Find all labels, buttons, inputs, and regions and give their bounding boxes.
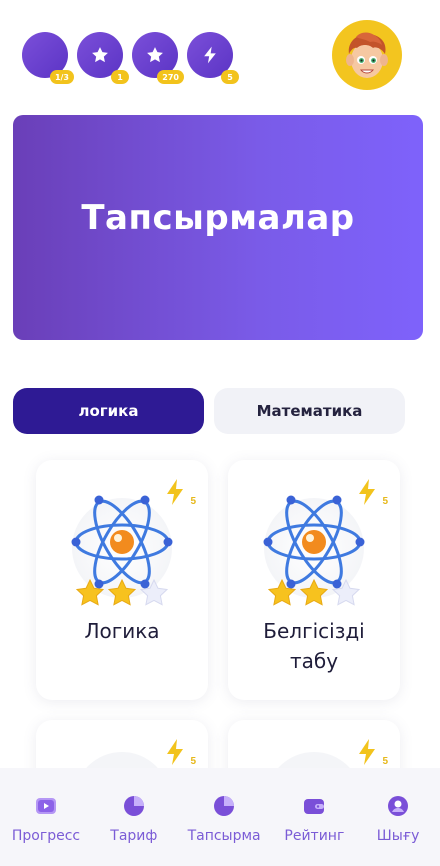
lightning-icon: [204, 46, 216, 64]
stars-badge: 1: [111, 70, 129, 84]
nav-tariff[interactable]: Тариф: [104, 794, 164, 844]
progress-stat[interactable]: 1/3: [22, 32, 74, 84]
nav-label: Рейтинг: [284, 828, 345, 844]
nav-progress[interactable]: Прогресс: [12, 794, 80, 844]
energy-count: 5: [382, 496, 388, 507]
wallet-icon: [304, 799, 325, 814]
energy-badge: 5: [221, 70, 239, 84]
lightning-icon: [167, 739, 183, 765]
bottom-nav: Прогресс Тариф Тапсырма Рейтинг Шығу: [0, 768, 440, 866]
nav-label: Шығу: [376, 828, 420, 844]
boy-avatar-icon: [346, 32, 388, 78]
video-play-icon: [35, 798, 56, 814]
task-card-logic[interactable]: 5 Логика: [36, 460, 208, 700]
lightning-icon: [359, 739, 375, 765]
points-stat[interactable]: 270: [132, 32, 184, 84]
avatar[interactable]: [332, 20, 402, 90]
rating-stars: [267, 578, 361, 606]
progress-badge: 1/3: [49, 70, 74, 84]
rating-stars: [75, 578, 169, 606]
nav-label: Тапсырма: [187, 828, 261, 844]
nav-tasks[interactable]: Тапсырма: [188, 794, 261, 844]
card-title: Белгісізді табу: [263, 619, 365, 673]
user-icon: [388, 796, 409, 816]
nav-label: Тариф: [110, 828, 158, 844]
energy-count: 5: [190, 756, 196, 767]
nav-rating[interactable]: Рейтинг: [284, 794, 344, 844]
stars-stat[interactable]: 1: [77, 32, 129, 84]
tab-logic[interactable]: логика: [13, 388, 204, 434]
star-icon: [92, 47, 108, 63]
hero-banner: Тапсырмалар: [13, 115, 423, 340]
pie-chart-icon: [214, 796, 235, 816]
task-card-find-unknown[interactable]: 5 Белгісізді табу: [228, 460, 400, 700]
energy-stat[interactable]: 5: [187, 32, 239, 84]
points-badge: 270: [157, 70, 184, 84]
star-icon: [147, 47, 163, 63]
page-title: Тапсырмалар: [81, 197, 355, 238]
energy-count: 5: [190, 496, 196, 507]
tab-math[interactable]: Математика: [214, 388, 405, 434]
pie-chart-icon: [123, 796, 144, 816]
energy-count: 5: [382, 756, 388, 767]
card-title: Логика: [84, 619, 160, 643]
nav-logout[interactable]: Шығу: [368, 794, 428, 844]
nav-label: Прогресс: [11, 828, 81, 844]
